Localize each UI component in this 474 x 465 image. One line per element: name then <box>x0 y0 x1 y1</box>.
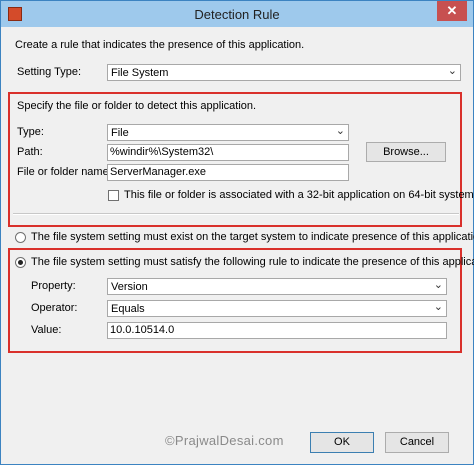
property-label: Property: <box>31 280 76 292</box>
radio-must-exist[interactable] <box>15 232 26 243</box>
title-bar[interactable]: Detection Rule ✕ <box>1 1 473 27</box>
operator-value: Equals <box>111 303 145 315</box>
value-label: Value: <box>31 324 62 336</box>
chevron-down-icon: ⌄ <box>433 301 443 313</box>
type-label: Type: <box>17 126 44 138</box>
setting-type-label: Setting Type: <box>17 66 82 78</box>
path-input[interactable] <box>110 146 344 158</box>
file-section-heading: Specify the file or folder to detect thi… <box>17 100 257 112</box>
file-name-input[interactable] <box>110 166 344 178</box>
window-title: Detection Rule <box>194 7 280 22</box>
close-icon: ✕ <box>446 3 458 18</box>
operator-dropdown[interactable]: Equals ⌄ <box>107 300 447 317</box>
chevron-down-icon: ⌄ <box>335 125 345 137</box>
watermark: ©PrajwalDesai.com <box>165 433 284 448</box>
setting-type-dropdown[interactable]: File System ⌄ <box>107 64 461 81</box>
radio-must-exist-label: The file system setting must exist on th… <box>31 231 474 243</box>
property-value: Version <box>111 281 148 293</box>
browse-button[interactable]: Browse... <box>366 142 446 162</box>
radio-satisfy-rule-label: The file system setting must satisfy the… <box>31 256 474 268</box>
value-input[interactable] <box>110 324 442 336</box>
cancel-button[interactable]: Cancel <box>385 432 449 453</box>
setting-type-value: File System <box>111 67 169 79</box>
32bit-checkbox[interactable] <box>108 190 119 201</box>
file-name-label: File or folder name: <box>17 166 112 178</box>
path-label: Path: <box>17 146 43 158</box>
property-dropdown[interactable]: Version ⌄ <box>107 278 447 295</box>
ok-button[interactable]: OK <box>310 432 374 453</box>
type-dropdown[interactable]: File ⌄ <box>107 124 349 141</box>
32bit-checkbox-label: This file or folder is associated with a… <box>124 189 474 201</box>
dialog-body: Create a rule that indicates the presenc… <box>7 27 474 460</box>
close-button[interactable]: ✕ <box>437 1 467 21</box>
intro-text: Create a rule that indicates the presenc… <box>15 39 305 51</box>
radio-satisfy-rule[interactable] <box>15 257 26 268</box>
chevron-down-icon: ⌄ <box>447 65 457 77</box>
file-name-field[interactable] <box>107 164 349 181</box>
path-field[interactable] <box>107 144 349 161</box>
value-field[interactable] <box>107 322 447 339</box>
operator-label: Operator: <box>31 302 78 314</box>
type-value: File <box>111 127 129 139</box>
detection-rule-dialog: Detection Rule ✕ Create a rule that indi… <box>0 0 474 465</box>
chevron-down-icon: ⌄ <box>433 279 443 291</box>
separator <box>13 213 459 215</box>
